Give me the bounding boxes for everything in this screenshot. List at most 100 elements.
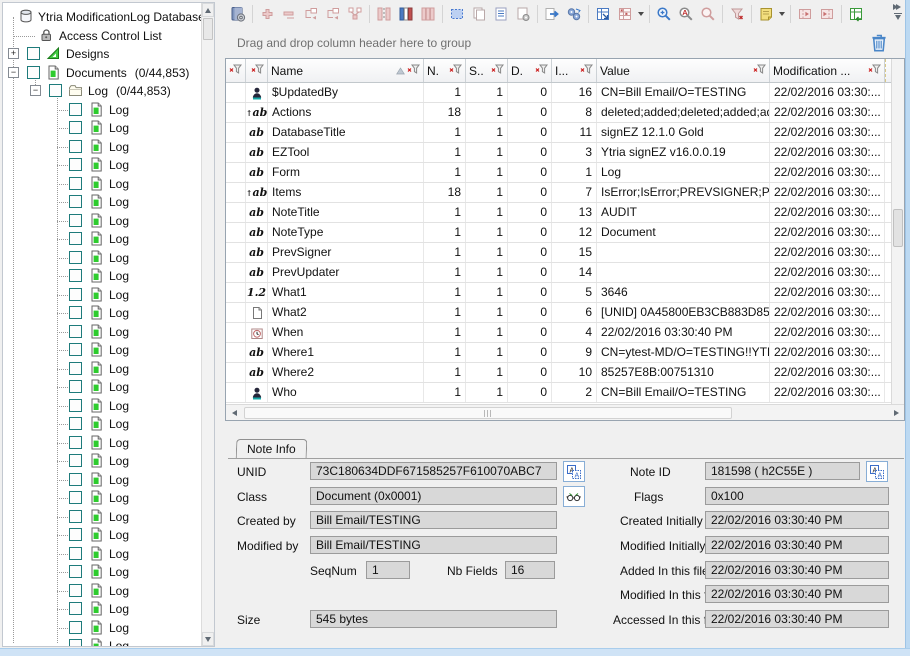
cell-i[interactable]: 3 bbox=[552, 143, 597, 162]
tree-checkbox[interactable] bbox=[69, 343, 82, 356]
cell-d[interactable]: 0 bbox=[508, 203, 552, 222]
modified-initially-field[interactable]: 22/02/2016 03:30:40 PM bbox=[705, 536, 889, 554]
cell-i[interactable]: 16 bbox=[552, 83, 597, 102]
zoom-reset-button[interactable] bbox=[697, 3, 719, 25]
cell-n[interactable]: 1 bbox=[424, 383, 466, 402]
tree-checkbox[interactable] bbox=[69, 510, 82, 523]
cell-i[interactable]: 6 bbox=[552, 303, 597, 322]
cell-sel[interactable] bbox=[226, 283, 246, 302]
cell-icon[interactable]: ab bbox=[246, 343, 268, 362]
cell-i[interactable]: 4 bbox=[552, 323, 597, 342]
filter-icon[interactable] bbox=[449, 64, 462, 78]
cell-d[interactable]: 0 bbox=[508, 223, 552, 242]
cell-sel[interactable] bbox=[226, 163, 246, 182]
cell-value[interactable]: 3646 bbox=[597, 283, 770, 302]
cell-value[interactable]: Log bbox=[597, 163, 770, 182]
tree-checkbox[interactable] bbox=[69, 140, 82, 153]
cell-icon[interactable]: ab bbox=[246, 203, 268, 222]
find-text-button[interactable]: A bbox=[675, 3, 697, 25]
cell-value[interactable]: CN=Bill Email/O=TESTING bbox=[597, 383, 770, 402]
tree-checkbox[interactable] bbox=[69, 214, 82, 227]
cell-n[interactable]: 1 bbox=[424, 283, 466, 302]
filter-icon[interactable] bbox=[868, 64, 881, 78]
tree-checkbox[interactable] bbox=[69, 251, 82, 264]
cell-sel[interactable] bbox=[226, 343, 246, 362]
cell-n[interactable]: 1 bbox=[424, 123, 466, 142]
resize-columns-button[interactable] bbox=[417, 3, 439, 25]
tree-item-log[interactable]: Log bbox=[3, 193, 201, 211]
copy-options-button[interactable] bbox=[512, 3, 534, 25]
cell-value[interactable] bbox=[597, 263, 770, 282]
cell-value[interactable]: CN=ytest-MD/O=TESTING!!YTRIA\signEZ-1... bbox=[597, 343, 770, 362]
cell-n[interactable]: 1 bbox=[424, 203, 466, 222]
cell-n[interactable]: 1 bbox=[424, 223, 466, 242]
group-by-band[interactable]: Drag and drop column header here to grou… bbox=[225, 28, 905, 58]
cell-n[interactable]: 1 bbox=[424, 363, 466, 382]
tree-checkbox[interactable] bbox=[69, 158, 82, 171]
trash-button[interactable] bbox=[867, 30, 891, 56]
cell-icon[interactable]: ab bbox=[246, 263, 268, 282]
export-table-button[interactable] bbox=[845, 3, 867, 25]
tree-checkbox[interactable] bbox=[69, 621, 82, 634]
tree-item-log[interactable]: Log bbox=[3, 101, 201, 119]
cell-value[interactable]: 85257E8B:00751310 bbox=[597, 363, 770, 382]
cell-name[interactable]: NoteTitle bbox=[268, 203, 424, 222]
selection-rectangle-button[interactable] bbox=[446, 3, 468, 25]
cell-n[interactable]: 18 bbox=[424, 103, 466, 122]
cell-i[interactable]: 12 bbox=[552, 223, 597, 242]
tree-item-log[interactable]: Log bbox=[3, 175, 201, 193]
tree-checkbox[interactable] bbox=[27, 47, 40, 60]
expand-icon[interactable]: + bbox=[8, 48, 19, 59]
nb-fields-field[interactable]: 16 bbox=[505, 561, 555, 579]
cell-d[interactable]: 0 bbox=[508, 163, 552, 182]
toolbar-overflow[interactable] bbox=[891, 1, 905, 27]
cell-value[interactable]: 22/02/2016 03:30:40 PM bbox=[597, 323, 770, 342]
cell-icon[interactable]: ab bbox=[246, 163, 268, 182]
tree-item-log[interactable]: Log bbox=[3, 637, 201, 646]
flags-field[interactable]: 0x100 bbox=[705, 487, 889, 505]
cell-sel[interactable] bbox=[226, 243, 246, 262]
filter-icon[interactable] bbox=[580, 64, 593, 78]
cell-modification[interactable]: 22/02/2016 03:30:... bbox=[770, 243, 885, 262]
tree-checkbox[interactable] bbox=[49, 84, 62, 97]
tree-checkbox[interactable] bbox=[69, 399, 82, 412]
tree-checkbox[interactable] bbox=[69, 177, 82, 190]
column-header-i[interactable]: I... bbox=[552, 59, 597, 82]
cell-s[interactable]: 1 bbox=[466, 383, 508, 402]
cell-modification[interactable]: 22/02/2016 03:30:... bbox=[770, 323, 885, 342]
class-inspect-button[interactable] bbox=[563, 486, 585, 507]
tree-checkbox[interactable] bbox=[69, 565, 82, 578]
column-header-n[interactable]: N. bbox=[424, 59, 466, 82]
grid-row-what1[interactable]: 1.2What11105364622/02/2016 03:30:... bbox=[226, 283, 891, 303]
tree-checkbox[interactable] bbox=[69, 362, 82, 375]
tree-checkbox[interactable] bbox=[69, 454, 82, 467]
note-id-convert-button[interactable]: A A bbox=[866, 461, 888, 482]
cell-name[interactable]: DatabaseTitle bbox=[268, 123, 424, 142]
cell-n[interactable]: 1 bbox=[424, 323, 466, 342]
cell-n[interactable]: 1 bbox=[424, 343, 466, 362]
cell-icon[interactable]: ab bbox=[246, 223, 268, 242]
tree-checkbox[interactable] bbox=[69, 232, 82, 245]
cell-name[interactable]: PrevSigner bbox=[268, 243, 424, 262]
grid-row-eztool[interactable]: abEZTool1103Ytria signEZ v16.0.0.1922/02… bbox=[226, 143, 891, 163]
tree-item-log[interactable]: Log bbox=[3, 434, 201, 452]
tree-checkbox[interactable] bbox=[69, 417, 82, 430]
tree-checkbox[interactable] bbox=[69, 473, 82, 486]
cell-s[interactable]: 1 bbox=[466, 83, 508, 102]
modified-by-field[interactable]: Bill Email/TESTING bbox=[310, 536, 557, 554]
tree-item-log[interactable]: Log bbox=[3, 489, 201, 507]
cell-value[interactable]: AUDIT bbox=[597, 203, 770, 222]
cell-d[interactable]: 0 bbox=[508, 383, 552, 402]
cell-name[interactable]: Where2 bbox=[268, 363, 424, 382]
cell-name[interactable]: Items bbox=[268, 183, 424, 202]
column-header-icon[interactable] bbox=[246, 59, 268, 82]
tree-item-log[interactable]: −Log(0/44,853) bbox=[3, 82, 201, 100]
cell-n[interactable]: 1 bbox=[424, 303, 466, 322]
tree-item-log[interactable]: Log bbox=[3, 397, 201, 415]
cell-modification[interactable]: 22/02/2016 03:30:... bbox=[770, 143, 885, 162]
grid-row--updatedby[interactable]: $UpdatedBy11016CN=Bill Email/O=TESTING22… bbox=[226, 83, 891, 103]
tree-item-log[interactable]: Log bbox=[3, 119, 201, 137]
cell-i[interactable]: 9 bbox=[552, 343, 597, 362]
cell-name[interactable]: PrevUpdater bbox=[268, 263, 424, 282]
filter-icon[interactable] bbox=[491, 64, 504, 78]
